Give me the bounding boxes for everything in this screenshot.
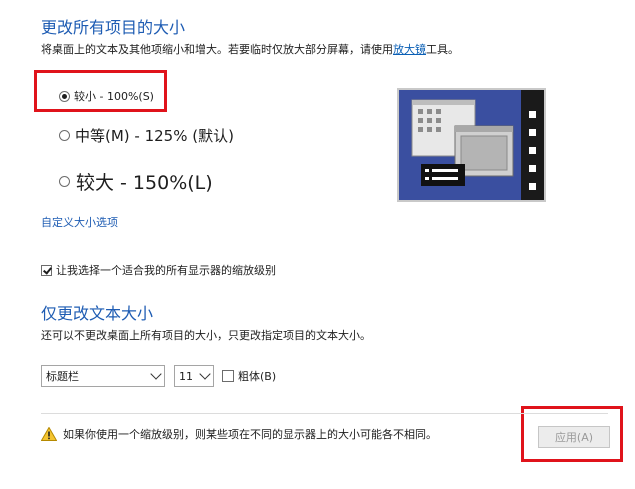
description-all-prefix: 将桌面上的文本及其他项缩小和增大。若要临时仅放大部分屏幕，请使用 (41, 43, 393, 56)
heading-change-text-size: 仅更改文本大小 (41, 304, 154, 323)
description-text-size: 还可以不更改桌面上所有项目的大小，只更改指定项目的文本大小。 (41, 329, 371, 342)
radio-button-medium[interactable] (59, 130, 70, 141)
radio-label-larger: 较大 - 150%(L) (76, 172, 213, 194)
item-select-dropdown[interactable]: 标题栏 (41, 365, 165, 387)
scale-level-checkbox-row[interactable]: 让我选择一个适合我的所有显示器的缩放级别 (41, 262, 276, 278)
warning-text: 如果你使用一个缩放级别，则某些项在不同的显示器上的大小可能各不相同。 (63, 428, 437, 441)
font-size-value: 11 (179, 369, 193, 383)
magnifier-link[interactable]: 放大镜 (393, 43, 426, 56)
radio-button-larger[interactable] (59, 176, 70, 187)
font-size-dropdown[interactable]: 11 (174, 365, 214, 387)
radio-label-medium: 中等(M) - 125% (默认) (75, 127, 234, 145)
radio-option-medium[interactable]: 中等(M) - 125% (默认) (59, 125, 234, 146)
custom-size-options-link[interactable]: 自定义大小选项 (41, 214, 118, 230)
bold-checkbox-label: 粗体(B) (238, 370, 277, 383)
chevron-down-icon (150, 368, 162, 380)
description-all-size: 将桌面上的文本及其他项缩小和增大。若要临时仅放大部分屏幕，请使用放大镜工具。 (41, 41, 459, 57)
warning-icon (41, 427, 57, 441)
chevron-down-icon (199, 368, 211, 380)
divider (41, 413, 608, 414)
highlight-box-smaller-option (34, 70, 167, 112)
apply-button[interactable]: 应用(A) (538, 426, 610, 448)
scale-level-checkbox[interactable] (41, 264, 52, 276)
description-all-suffix: 工具。 (426, 43, 459, 56)
heading-change-all-size: 更改所有项目的大小 (41, 18, 186, 37)
radio-option-larger[interactable]: 较大 - 150%(L) (59, 168, 213, 195)
bold-checkbox-row[interactable]: 粗体(B) (222, 368, 276, 384)
warning-message: 如果你使用一个缩放级别，则某些项在不同的显示器上的大小可能各不相同。 (41, 426, 437, 442)
item-select-value: 标题栏 (46, 370, 79, 383)
display-preview-image (397, 88, 546, 202)
bold-checkbox[interactable] (222, 370, 234, 382)
scale-level-checkbox-label: 让我选择一个适合我的所有显示器的缩放级别 (56, 264, 276, 277)
